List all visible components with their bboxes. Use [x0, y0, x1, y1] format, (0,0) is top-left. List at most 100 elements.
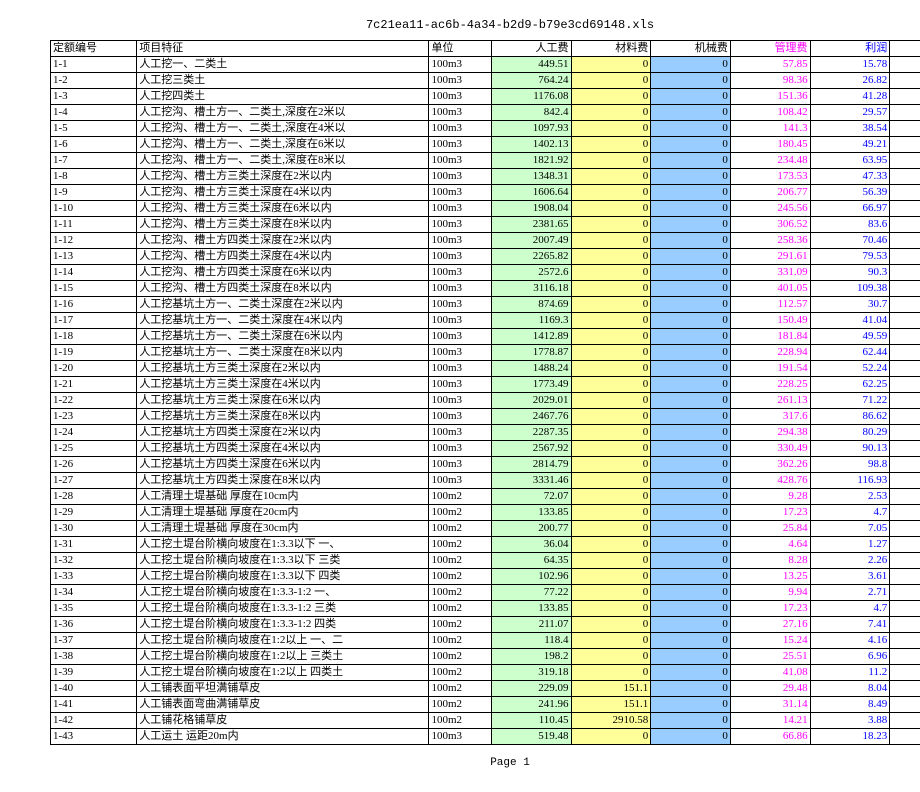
- cell: 1606.64: [491, 185, 571, 201]
- file-title: 7c21ea11-ac6b-4a34-b2d9-b79e3cd69148.xls: [50, 10, 920, 40]
- cell: 2.26: [810, 553, 890, 569]
- col-header-7: 利润: [810, 41, 890, 57]
- cell: 1-28: [51, 489, 137, 505]
- cell: 人工挖土堤台阶横向坡度在1:3.3-1:2 一、: [137, 585, 429, 601]
- cell: 人工挖沟、槽土方四类土深度在6米以内: [137, 265, 429, 281]
- cell: 1-9: [51, 185, 137, 201]
- cell: 人工挖沟、槽土方三类土深度在6米以内: [137, 201, 429, 217]
- cell: 2.71: [810, 585, 890, 601]
- cell: 77.22: [491, 585, 571, 601]
- cell: 4.64: [730, 537, 810, 553]
- cell: 80.29: [810, 425, 890, 441]
- table-row: 1-3人工挖四类土100m31176.0800151.3641.281368.7…: [51, 89, 920, 105]
- cell: 241.96: [491, 697, 571, 713]
- cell: 181.84: [730, 329, 810, 345]
- cell: 人工铺表面平坦满铺草皮: [137, 681, 429, 697]
- table-row: 1-17人工挖基坑土方一、二类土深度在4米以内100m31169.300150.…: [51, 313, 920, 329]
- cell: 1908.04: [491, 201, 571, 217]
- col-header-3: 人工费: [491, 41, 571, 57]
- cell: 100m3: [429, 217, 491, 233]
- table-row: 1-36人工挖土堤台阶横向坡度在1:3.3-1:2 四类100m2211.070…: [51, 617, 920, 633]
- cell: 0: [571, 217, 651, 233]
- cell: 人工挖基坑土方一、二类土深度在8米以内: [137, 345, 429, 361]
- cell: 0: [571, 425, 651, 441]
- cell: 1-41: [51, 697, 137, 713]
- cell: 211.07: [491, 617, 571, 633]
- cell: 233.66: [890, 521, 920, 537]
- cell: 1-43: [51, 729, 137, 745]
- cell: 100m3: [429, 313, 491, 329]
- cell: 0: [651, 121, 731, 137]
- table-row: 1-13人工挖沟、槽土方四类土深度在4米以内100m32265.8200291.…: [51, 249, 920, 265]
- cell: 1-42: [51, 713, 137, 729]
- cell: 人工挖沟、槽土方一、二类土,深度在8米以: [137, 153, 429, 169]
- cell: 66.97: [810, 201, 890, 217]
- cell: 100m2: [429, 553, 491, 569]
- table-row: 1-37人工挖土堤台阶横向坡度在1:2以上 一、二100m2118.40015.…: [51, 633, 920, 649]
- cell: 119.82: [890, 569, 920, 585]
- cell: 137.8: [890, 633, 920, 649]
- cell: 62.25: [810, 377, 890, 393]
- cell: 3.61: [810, 569, 890, 585]
- cell: 0: [651, 217, 731, 233]
- cell: 41.28: [810, 89, 890, 105]
- cell: 1-35: [51, 601, 137, 617]
- cell: 1-15: [51, 281, 137, 297]
- cell: 1402.13: [491, 137, 571, 153]
- table-row: 1-34人工挖土堤台阶横向坡度在1:3.3-1:2 一、100m277.2200…: [51, 585, 920, 601]
- cell: 1-3: [51, 89, 137, 105]
- cell: 306.52: [730, 217, 810, 233]
- table-row: 1-32人工挖土堤台阶横向坡度在1:3.3以下 三类100m264.35008.…: [51, 553, 920, 569]
- cell: 83.6: [810, 217, 890, 233]
- cell: 0: [651, 137, 731, 153]
- cell: 889.42: [890, 73, 920, 89]
- table-row: 1-23人工挖基坑土方三类土深度在8米以内100m32467.7600317.6…: [51, 409, 920, 425]
- cell: 4.7: [810, 601, 890, 617]
- cell: 228.25: [730, 377, 810, 393]
- cell: 110.45: [491, 713, 571, 729]
- cell: 100m2: [429, 665, 491, 681]
- cell: 人工挖基坑土方一、二类土深度在6米以内: [137, 329, 429, 345]
- cell: 1-16: [51, 297, 137, 313]
- cell: 0: [571, 297, 651, 313]
- cell: 3626.61: [890, 281, 920, 297]
- cell: 0: [571, 633, 651, 649]
- cell: 人工挖沟、槽土方一、二类土,深度在2米以: [137, 105, 429, 121]
- cell: 0: [571, 505, 651, 521]
- cell: 7.05: [810, 521, 890, 537]
- cell: 1-8: [51, 169, 137, 185]
- cell: 0: [571, 265, 651, 281]
- cell: 100m3: [429, 345, 491, 361]
- cell: 98.36: [730, 73, 810, 89]
- cell: 523.14: [890, 57, 920, 73]
- cell: 人工清理土堤基础 厚度在20cm内: [137, 505, 429, 521]
- cell: 人工铺花格铺草皮: [137, 713, 429, 729]
- cell: 27.16: [730, 617, 810, 633]
- cell: 1-10: [51, 201, 137, 217]
- cell: 100m2: [429, 633, 491, 649]
- cell: 人工挖沟、槽土方四类土深度在8米以内: [137, 281, 429, 297]
- cell: 180.45: [730, 137, 810, 153]
- cell: 2220.57: [890, 201, 920, 217]
- cell: 1-19: [51, 345, 137, 361]
- cell: 100m3: [429, 377, 491, 393]
- cell: 0: [651, 665, 731, 681]
- table-row: 1-39人工挖土堤台阶横向坡度在1:2以上 四类土100m2319.180041…: [51, 665, 920, 681]
- cell: 100m2: [429, 585, 491, 601]
- cell: 0: [651, 601, 731, 617]
- cell: 1368.72: [890, 89, 920, 105]
- cell: 319.18: [491, 665, 571, 681]
- cell: 0: [651, 89, 731, 105]
- cell: 100m3: [429, 137, 491, 153]
- cell: 17.23: [730, 505, 810, 521]
- cell: 0: [651, 537, 731, 553]
- cell: 141.3: [730, 121, 810, 137]
- table-row: 1-28人工清理土堤基础 厚度在10cm内100m272.07009.282.5…: [51, 489, 920, 505]
- cell: 人工挖沟、槽土方一、二类土,深度在6米以: [137, 137, 429, 153]
- table-row: 1-19人工挖基坑土方一、二类土深度在8米以内100m31778.8700228…: [51, 345, 920, 361]
- cell: 人工挖基坑土方三类土深度在2米以内: [137, 361, 429, 377]
- cell: 1097.93: [491, 121, 571, 137]
- cell: 1348.31: [491, 169, 571, 185]
- cell: 0: [651, 569, 731, 585]
- cell: 0: [651, 233, 731, 249]
